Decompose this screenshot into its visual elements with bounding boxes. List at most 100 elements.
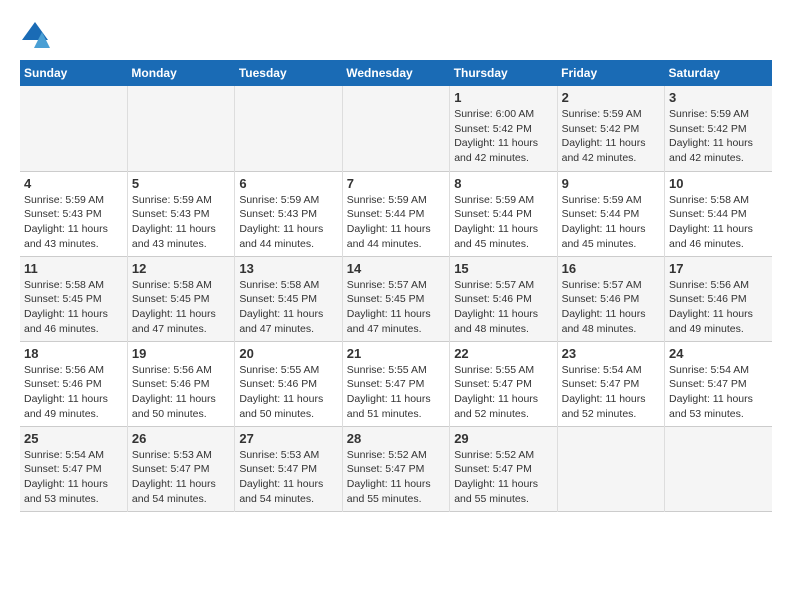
header-friday: Friday <box>557 60 664 86</box>
calendar-cell: 28 Sunrise: 5:52 AM Sunset: 5:47 PM Dayli… <box>342 426 449 511</box>
day-info: Sunrise: 5:54 AM Sunset: 5:47 PM Dayligh… <box>562 363 660 422</box>
calendar-cell: 9 Sunrise: 5:59 AM Sunset: 5:44 PM Daylig… <box>557 171 664 256</box>
header-saturday: Saturday <box>665 60 772 86</box>
day-info: Sunrise: 6:00 AM Sunset: 5:42 PM Dayligh… <box>454 107 552 166</box>
day-info: Sunrise: 5:59 AM Sunset: 5:42 PM Dayligh… <box>562 107 660 166</box>
day-info: Sunrise: 5:56 AM Sunset: 5:46 PM Dayligh… <box>132 363 230 422</box>
day-info: Sunrise: 5:56 AM Sunset: 5:46 PM Dayligh… <box>24 363 123 422</box>
calendar-cell <box>557 426 664 511</box>
day-info: Sunrise: 5:57 AM Sunset: 5:45 PM Dayligh… <box>347 278 445 337</box>
calendar-table: SundayMondayTuesdayWednesdayThursdayFrid… <box>20 60 772 512</box>
calendar-cell: 18 Sunrise: 5:56 AM Sunset: 5:46 PM Dayli… <box>20 341 127 426</box>
day-number: 6 <box>239 176 337 191</box>
day-info: Sunrise: 5:57 AM Sunset: 5:46 PM Dayligh… <box>562 278 660 337</box>
calendar-cell: 27Sunrise: 5:53 AM Sunset: 5:47 PM Dayli… <box>235 426 342 511</box>
day-number: 28 <box>347 431 445 446</box>
day-info: Sunrise: 5:52 AM Sunset: 5:47 PM Dayligh… <box>347 448 445 507</box>
calendar-cell: 21 Sunrise: 5:55 AM Sunset: 5:47 PM Dayli… <box>342 341 449 426</box>
calendar-cell: 23 Sunrise: 5:54 AM Sunset: 5:47 PM Dayli… <box>557 341 664 426</box>
header-tuesday: Tuesday <box>235 60 342 86</box>
calendar-cell <box>127 86 234 171</box>
day-info: Sunrise: 5:58 AM Sunset: 5:45 PM Dayligh… <box>24 278 123 337</box>
day-info: Sunrise: 5:59 AM Sunset: 5:43 PM Dayligh… <box>132 193 230 252</box>
week-row-4: 25 Sunrise: 5:54 AM Sunset: 5:47 PM Dayli… <box>20 426 772 511</box>
day-info: Sunrise: 5:55 AM Sunset: 5:47 PM Dayligh… <box>454 363 552 422</box>
day-info: Sunrise: 5:59 AM Sunset: 5:44 PM Dayligh… <box>347 193 445 252</box>
week-row-3: 18 Sunrise: 5:56 AM Sunset: 5:46 PM Dayli… <box>20 341 772 426</box>
header-thursday: Thursday <box>450 60 557 86</box>
calendar-header: SundayMondayTuesdayWednesdayThursdayFrid… <box>20 60 772 86</box>
calendar-cell: 6Sunrise: 5:59 AM Sunset: 5:43 PM Daylig… <box>235 171 342 256</box>
day-number: 21 <box>347 346 445 361</box>
day-number: 20 <box>239 346 337 361</box>
day-number: 14 <box>347 261 445 276</box>
calendar-cell: 1 Sunrise: 6:00 AM Sunset: 5:42 PM Daylig… <box>450 86 557 171</box>
calendar-cell: 26 Sunrise: 5:53 AM Sunset: 5:47 PM Dayli… <box>127 426 234 511</box>
day-number: 11 <box>24 261 123 276</box>
day-info: Sunrise: 5:59 AM Sunset: 5:44 PM Dayligh… <box>454 193 552 252</box>
day-info: Sunrise: 5:54 AM Sunset: 5:47 PM Dayligh… <box>24 448 123 507</box>
calendar-cell: 22Sunrise: 5:55 AM Sunset: 5:47 PM Dayli… <box>450 341 557 426</box>
day-number: 3 <box>669 90 768 105</box>
day-info: Sunrise: 5:55 AM Sunset: 5:47 PM Dayligh… <box>347 363 445 422</box>
logo <box>20 20 54 50</box>
day-number: 4 <box>24 176 123 191</box>
day-info: Sunrise: 5:59 AM Sunset: 5:42 PM Dayligh… <box>669 107 768 166</box>
logo-icon <box>20 20 50 50</box>
day-info: Sunrise: 5:52 AM Sunset: 5:47 PM Dayligh… <box>454 448 552 507</box>
day-info: Sunrise: 5:57 AM Sunset: 5:46 PM Dayligh… <box>454 278 552 337</box>
day-info: Sunrise: 5:53 AM Sunset: 5:47 PM Dayligh… <box>132 448 230 507</box>
day-number: 12 <box>132 261 230 276</box>
calendar-cell: 7 Sunrise: 5:59 AM Sunset: 5:44 PM Daylig… <box>342 171 449 256</box>
header-sunday: Sunday <box>20 60 127 86</box>
day-number: 13 <box>239 261 337 276</box>
calendar-cell: 3 Sunrise: 5:59 AM Sunset: 5:42 PM Daylig… <box>665 86 772 171</box>
calendar-cell: 19Sunrise: 5:56 AM Sunset: 5:46 PM Dayli… <box>127 341 234 426</box>
calendar-cell: 8 Sunrise: 5:59 AM Sunset: 5:44 PM Daylig… <box>450 171 557 256</box>
day-info: Sunrise: 5:53 AM Sunset: 5:47 PM Dayligh… <box>239 448 337 507</box>
calendar-cell: 24Sunrise: 5:54 AM Sunset: 5:47 PM Dayli… <box>665 341 772 426</box>
day-info: Sunrise: 5:54 AM Sunset: 5:47 PM Dayligh… <box>669 363 768 422</box>
calendar-cell: 11 Sunrise: 5:58 AM Sunset: 5:45 PM Dayli… <box>20 256 127 341</box>
calendar-cell: 12 Sunrise: 5:58 AM Sunset: 5:45 PM Dayli… <box>127 256 234 341</box>
day-info: Sunrise: 5:59 AM Sunset: 5:44 PM Dayligh… <box>562 193 660 252</box>
calendar-cell: 16 Sunrise: 5:57 AM Sunset: 5:46 PM Dayli… <box>557 256 664 341</box>
calendar-cell: 14 Sunrise: 5:57 AM Sunset: 5:45 PM Dayli… <box>342 256 449 341</box>
calendar-cell: 2 Sunrise: 5:59 AM Sunset: 5:42 PM Daylig… <box>557 86 664 171</box>
day-number: 8 <box>454 176 552 191</box>
week-row-0: 1 Sunrise: 6:00 AM Sunset: 5:42 PM Daylig… <box>20 86 772 171</box>
day-number: 25 <box>24 431 123 446</box>
day-number: 23 <box>562 346 660 361</box>
calendar-cell: 25 Sunrise: 5:54 AM Sunset: 5:47 PM Dayli… <box>20 426 127 511</box>
header-monday: Monday <box>127 60 234 86</box>
day-number: 26 <box>132 431 230 446</box>
calendar-cell: 5 Sunrise: 5:59 AM Sunset: 5:43 PM Daylig… <box>127 171 234 256</box>
calendar-cell: 29 Sunrise: 5:52 AM Sunset: 5:47 PM Dayli… <box>450 426 557 511</box>
week-row-1: 4 Sunrise: 5:59 AM Sunset: 5:43 PM Daylig… <box>20 171 772 256</box>
day-number: 9 <box>562 176 660 191</box>
calendar-cell <box>342 86 449 171</box>
calendar-cell <box>665 426 772 511</box>
calendar-cell <box>20 86 127 171</box>
day-number: 17 <box>669 261 768 276</box>
page-header <box>20 20 772 50</box>
day-number: 10 <box>669 176 768 191</box>
calendar-cell: 20Sunrise: 5:55 AM Sunset: 5:46 PM Dayli… <box>235 341 342 426</box>
day-info: Sunrise: 5:56 AM Sunset: 5:46 PM Dayligh… <box>669 278 768 337</box>
day-info: Sunrise: 5:58 AM Sunset: 5:45 PM Dayligh… <box>132 278 230 337</box>
calendar-body: 1 Sunrise: 6:00 AM Sunset: 5:42 PM Daylig… <box>20 86 772 511</box>
calendar-cell <box>235 86 342 171</box>
day-number: 29 <box>454 431 552 446</box>
day-number: 16 <box>562 261 660 276</box>
calendar-cell: 13 Sunrise: 5:58 AM Sunset: 5:45 PM Dayli… <box>235 256 342 341</box>
day-info: Sunrise: 5:58 AM Sunset: 5:45 PM Dayligh… <box>239 278 337 337</box>
day-number: 18 <box>24 346 123 361</box>
header-row: SundayMondayTuesdayWednesdayThursdayFrid… <box>20 60 772 86</box>
day-number: 7 <box>347 176 445 191</box>
day-number: 2 <box>562 90 660 105</box>
calendar-cell: 17 Sunrise: 5:56 AM Sunset: 5:46 PM Dayli… <box>665 256 772 341</box>
calendar-cell: 15Sunrise: 5:57 AM Sunset: 5:46 PM Dayli… <box>450 256 557 341</box>
day-number: 1 <box>454 90 552 105</box>
calendar-cell: 10Sunrise: 5:58 AM Sunset: 5:44 PM Dayli… <box>665 171 772 256</box>
day-number: 5 <box>132 176 230 191</box>
